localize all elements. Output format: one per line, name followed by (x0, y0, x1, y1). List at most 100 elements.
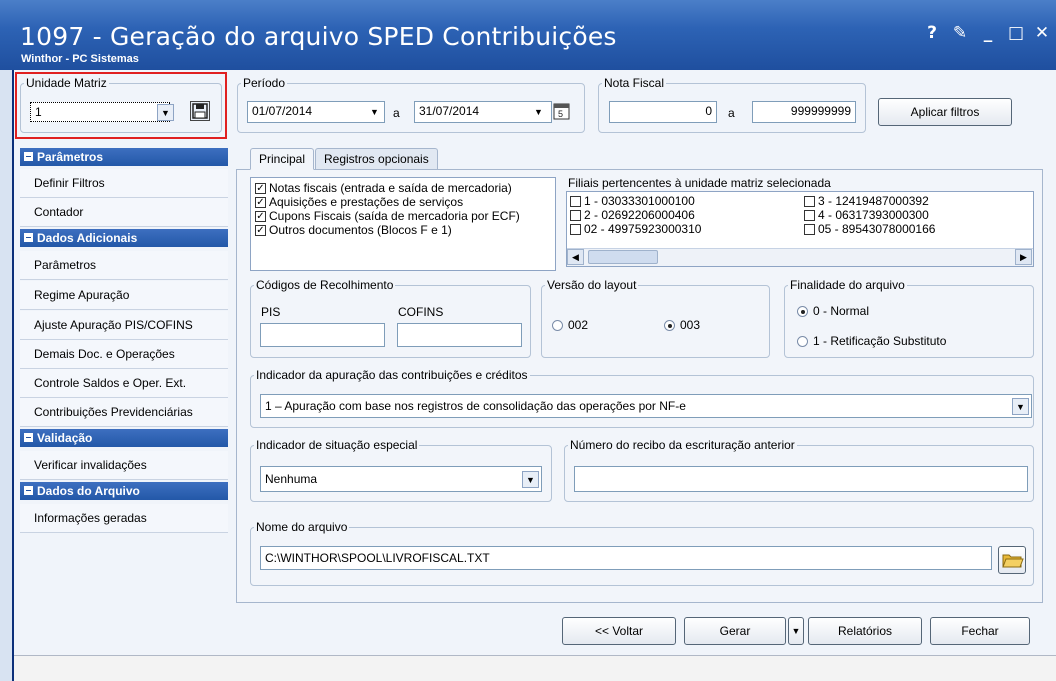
radio-label: 0 - Normal (813, 304, 870, 318)
filial-label: 3 - 12419487000392 (818, 194, 929, 208)
documents-list: ✓ Notas fiscais (entrada e saída de merca… (250, 177, 556, 271)
finalidade-option-normal[interactable]: 0 - Normal (797, 304, 869, 318)
checkbox-icon[interactable] (570, 224, 581, 236)
checkbox-icon[interactable] (570, 196, 581, 208)
filial-item[interactable]: 1 - 03033301000100 (570, 194, 695, 208)
sidebar-item-parametros[interactable]: Parâmetros (20, 251, 228, 280)
sidebar-item-controle-saldos[interactable]: Controle Saldos e Oper. Ext. (20, 369, 228, 398)
nota-fiscal-end-input[interactable]: 999999999 (752, 101, 856, 123)
sidebar-item-verificar-invalidacoes[interactable]: Verificar invalidações (20, 451, 228, 480)
chevron-down-icon[interactable]: ▼ (1012, 398, 1029, 415)
indicador-apuracao-select[interactable]: 1 – Apuração com base nos registros de c… (260, 394, 1032, 418)
checkbox-checked-icon[interactable]: ✓ (255, 211, 266, 223)
cofins-input[interactable] (397, 323, 522, 347)
filial-label: 4 - 06317393000300 (818, 208, 929, 222)
sidebar-section-dados-adicionais[interactable]: Dados Adicionais (20, 229, 228, 247)
cofins-label: COFINS (398, 305, 444, 319)
document-item[interactable]: ✓ Aquisições e prestações de serviços (255, 195, 551, 209)
relatorios-button[interactable]: Relatórios (808, 617, 922, 645)
aplicar-filtros-button[interactable]: Aplicar filtros (878, 98, 1012, 126)
checkbox-icon[interactable] (570, 210, 581, 222)
filial-label: 1 - 03033301000100 (584, 194, 695, 208)
checkbox-icon[interactable] (804, 210, 815, 222)
finalidade-option-retificacao[interactable]: 1 - Retificação Substituto (797, 334, 946, 348)
maximize-icon[interactable]: □ (1006, 22, 1026, 44)
checkbox-checked-icon[interactable]: ✓ (255, 225, 266, 237)
radio-selected-icon[interactable] (664, 320, 675, 332)
status-bar (14, 655, 1056, 681)
document-item[interactable]: ✓ Outros documentos (Blocos F e 1) (255, 223, 551, 237)
gerar-dropdown-icon[interactable]: ▼ (788, 617, 804, 645)
radio-selected-icon[interactable] (797, 306, 808, 318)
aplicar-filtros-label: Aplicar filtros (910, 105, 980, 119)
checkbox-icon[interactable] (804, 224, 815, 236)
sidebar-section-dados-arquivo[interactable]: Dados do Arquivo (20, 482, 228, 500)
tab-principal[interactable]: Principal (250, 148, 315, 170)
checkbox-checked-icon[interactable]: ✓ (255, 197, 266, 209)
calendar-icon[interactable]: 5 (553, 101, 571, 121)
chevron-down-icon[interactable]: ▼ (530, 104, 547, 121)
scroll-thumb[interactable] (588, 250, 658, 264)
checkbox-icon[interactable] (804, 196, 815, 208)
pis-input[interactable] (260, 323, 385, 347)
filial-item[interactable]: 3 - 12419487000392 (804, 194, 929, 208)
sidebar-section-label: Dados do Arquivo (37, 484, 140, 498)
document-item[interactable]: ✓ Cupons Fiscais (saída de mercadoria por… (255, 209, 551, 223)
filial-label: 02 - 49975923000310 (584, 222, 702, 236)
tab-registros-opcionais[interactable]: Registros opcionais (315, 148, 438, 169)
filial-label: 05 - 89543078000166 (818, 222, 936, 236)
finalidade-label: Finalidade do arquivo (790, 278, 905, 292)
document-label: Notas fiscais (entrada e saída de mercad… (269, 181, 512, 195)
close-icon[interactable]: ✕ (1032, 22, 1052, 44)
recibo-input[interactable] (574, 466, 1028, 492)
filial-label: 2 - 02692206000406 (584, 208, 695, 222)
nome-arquivo-input[interactable]: C:\WINTHOR\SPOOL\LIVROFISCAL.TXT (260, 546, 992, 570)
scroll-right-icon[interactable]: ▶ (1015, 249, 1032, 265)
periodo-separator: a (393, 106, 400, 120)
filial-item[interactable]: 02 - 49975923000310 (570, 222, 701, 236)
save-icon[interactable] (190, 101, 210, 121)
fechar-button[interactable]: Fechar (930, 617, 1030, 645)
situacao-especial-select[interactable]: Nenhuma (260, 466, 542, 492)
sidebar-item-definir-filtros[interactable]: Definir Filtros (20, 169, 228, 198)
sidebar-item-regime-apuracao[interactable]: Regime Apuração (20, 281, 228, 310)
sidebar-item-ajuste-apuracao[interactable]: Ajuste Apuração PIS/COFINS (20, 311, 228, 340)
filial-item[interactable]: 4 - 06317393000300 (804, 208, 929, 222)
unidade-matriz-select[interactable]: 1 (30, 102, 170, 122)
sidebar-section-validacao[interactable]: Validação (20, 429, 228, 447)
radio-icon[interactable] (552, 320, 563, 332)
periodo-start-input[interactable]: 01/07/2014 (247, 101, 385, 123)
chevron-down-icon[interactable]: ▼ (522, 471, 539, 488)
pis-label: PIS (261, 305, 281, 319)
radio-icon[interactable] (797, 336, 808, 348)
versao-label: Versão do layout (547, 278, 637, 292)
versao-option-002[interactable]: 002 (552, 318, 588, 332)
nota-fiscal-start-input[interactable]: 0 (609, 101, 717, 123)
sidebar-section-parametros[interactable]: Parâmetros (20, 148, 228, 166)
sidebar-item-contador[interactable]: Contador (20, 198, 228, 227)
chevron-down-icon[interactable]: ▼ (157, 104, 174, 121)
recibo-label: Número do recibo da escrituração anterio… (570, 438, 795, 452)
document-label: Aquisições e prestações de serviços (269, 195, 464, 209)
chevron-down-icon[interactable]: ▼ (366, 104, 383, 121)
scroll-left-icon[interactable]: ◀ (567, 249, 584, 265)
sidebar-item-demais-doc[interactable]: Demais Doc. e Operações (20, 340, 228, 369)
sidebar-item-contribuicoes-prev[interactable]: Contribuições Previdenciárias (20, 398, 228, 427)
checkbox-checked-icon[interactable]: ✓ (255, 183, 266, 195)
versao-option-003[interactable]: 003 (664, 318, 700, 332)
sidebar-item-informacoes-geradas[interactable]: Informações geradas (20, 504, 228, 533)
sidebar-section-label: Validação (37, 431, 93, 445)
filial-item[interactable]: 2 - 02692206000406 (570, 208, 695, 222)
nota-fiscal-separator: a (728, 106, 735, 120)
open-folder-icon[interactable] (998, 546, 1026, 574)
sidebar-section-label: Dados Adicionais (37, 231, 138, 245)
edit-icon[interactable]: ✎ (950, 22, 970, 44)
gerar-button[interactable]: Gerar (684, 617, 786, 645)
minimize-icon[interactable]: _ (978, 22, 998, 44)
voltar-button[interactable]: << Voltar (562, 617, 676, 645)
help-icon[interactable]: ? (922, 22, 942, 44)
filial-item[interactable]: 05 - 89543078000166 (804, 222, 935, 236)
periodo-label: Período (243, 76, 286, 90)
document-item[interactable]: ✓ Notas fiscais (entrada e saída de merca… (255, 181, 551, 195)
document-label: Cupons Fiscais (saída de mercadoria por … (269, 209, 520, 223)
